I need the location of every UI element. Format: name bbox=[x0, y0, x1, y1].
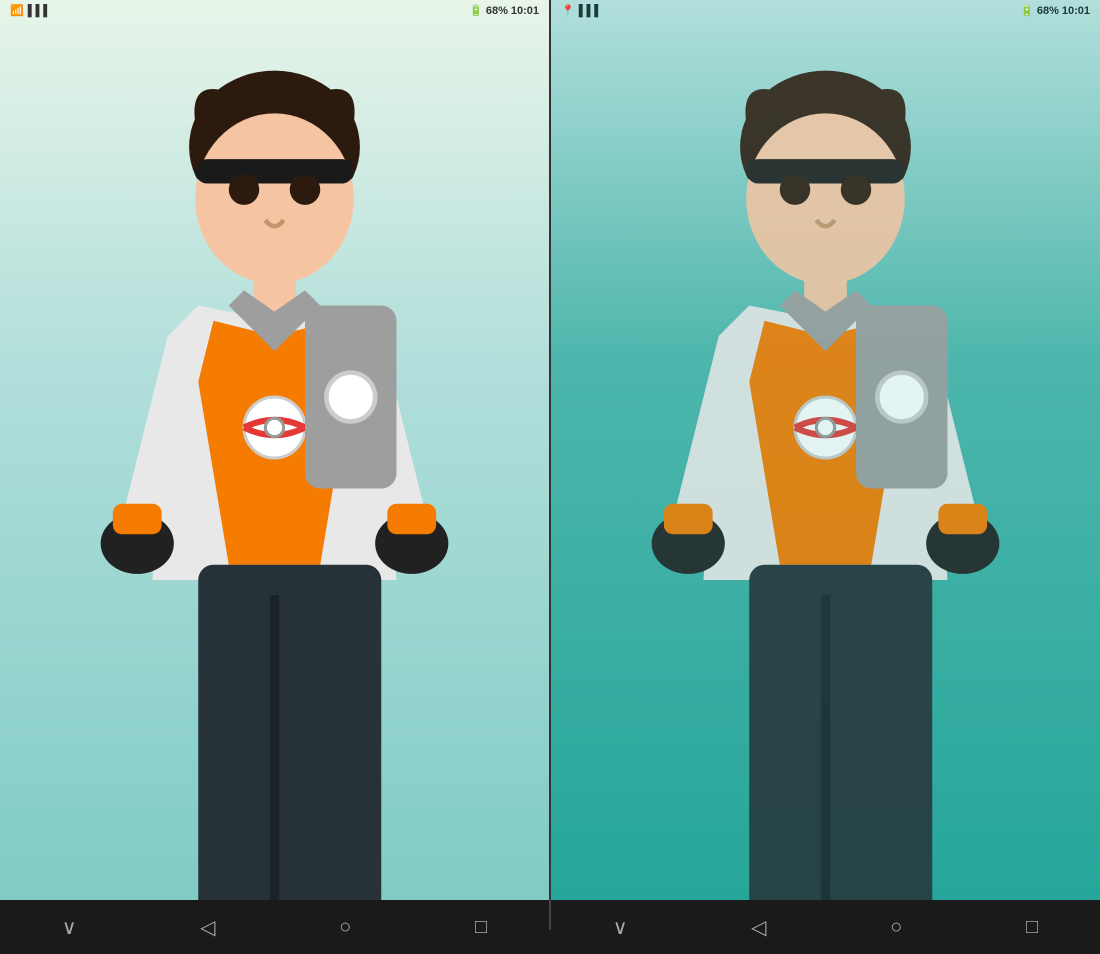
status-right-info: 🔋 68% 10:01 bbox=[469, 4, 539, 17]
left-chevron-nav[interactable]: ∨ bbox=[62, 915, 77, 940]
right-chevron-nav[interactable]: ∨ bbox=[613, 915, 628, 940]
character-svg-right bbox=[551, 31, 1100, 900]
left-back-nav[interactable]: ◁ bbox=[200, 915, 215, 940]
wifi-icon: 📶 bbox=[10, 4, 24, 17]
right-phone-screen: 📍 ▌▌▌ 🔋 68% 10:01 bbox=[549, 0, 1100, 900]
signal-icon: ▌▌▌ bbox=[28, 5, 51, 17]
left-phone-screen: 📶 ▌▌▌ 🔋 68% 10:01 bbox=[0, 0, 549, 900]
right-status-left: 📍 ▌▌▌ bbox=[561, 4, 602, 17]
left-nav-bar: ∨ ◁ ○ □ bbox=[0, 900, 549, 954]
right-status-right: 🔋 68% 10:01 bbox=[1020, 4, 1090, 17]
time-left: 10:01 bbox=[511, 5, 539, 17]
left-square-nav[interactable]: □ bbox=[475, 916, 487, 939]
battery-icon: 🔋 bbox=[469, 4, 483, 17]
right-character-area bbox=[551, 21, 1100, 900]
right-signal-icon: ▌▌▌ bbox=[579, 5, 602, 17]
right-square-nav[interactable]: □ bbox=[1026, 916, 1038, 939]
right-battery-percent: 68% bbox=[1037, 5, 1059, 17]
right-status-bar: 📍 ▌▌▌ 🔋 68% 10:01 bbox=[551, 0, 1100, 21]
right-time: 10:01 bbox=[1062, 5, 1090, 17]
left-character-area bbox=[0, 21, 549, 900]
left-status-bar: 📶 ▌▌▌ 🔋 68% 10:01 bbox=[0, 0, 549, 21]
left-home-nav[interactable]: ○ bbox=[339, 916, 351, 939]
character-svg-left bbox=[0, 31, 549, 900]
right-home-nav[interactable]: ○ bbox=[890, 916, 902, 939]
location-icon: 📍 bbox=[561, 4, 575, 17]
right-battery-icon: 🔋 bbox=[1020, 4, 1034, 17]
right-nav-bar: ∨ ◁ ○ □ bbox=[551, 900, 1100, 954]
battery-percent: 68% bbox=[486, 5, 508, 17]
right-back-nav[interactable]: ◁ bbox=[751, 915, 766, 940]
status-left-icons: 📶 ▌▌▌ bbox=[10, 4, 51, 17]
